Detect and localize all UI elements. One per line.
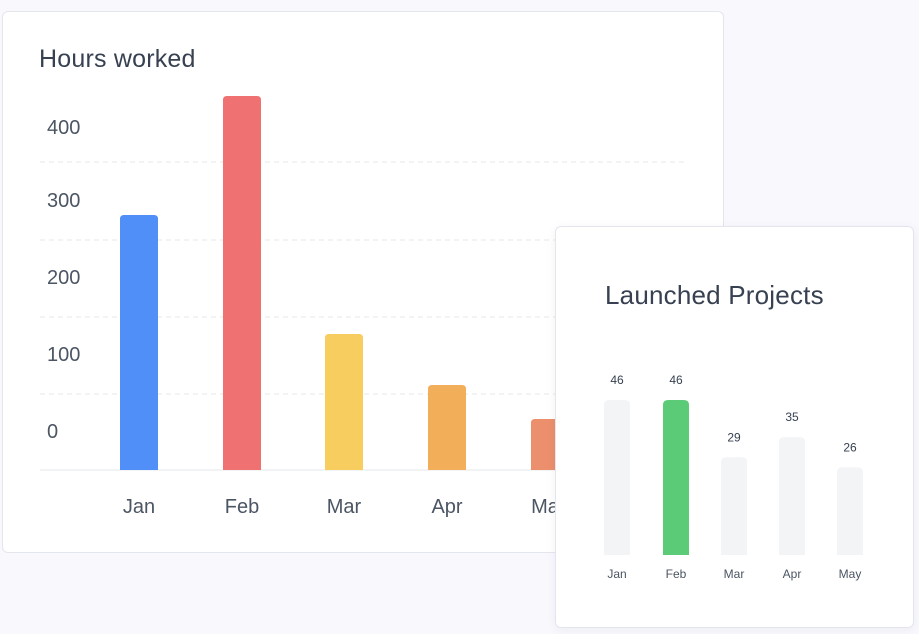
y-tick-label: 400: [47, 117, 80, 139]
x-tick-label: Apr: [431, 496, 462, 518]
launched-projects-card: Launched Projects 46 Jan 46 Feb 29 Mar 35 Apr 26…: [555, 226, 914, 628]
bar-feb: [663, 400, 689, 555]
bar-apr: [428, 385, 466, 470]
x-tick-label: Apr: [783, 567, 802, 581]
value-label: 46: [610, 373, 624, 387]
x-tick-label: Mar: [724, 567, 745, 581]
bar-feb: [223, 96, 261, 470]
bar-mar: [721, 457, 747, 555]
value-label: 35: [785, 410, 799, 424]
x-tick-label: Jan: [123, 496, 155, 518]
x-tick-label: Feb: [666, 567, 687, 581]
x-tick-label: Mar: [327, 496, 362, 518]
launched-projects-chart: 46 Jan 46 Feb 29 Mar 35 Apr 26 May: [604, 373, 863, 581]
x-tick-label: Jan: [607, 567, 626, 581]
value-label: 26: [843, 440, 857, 454]
bar-may: [837, 467, 863, 555]
y-tick-label: 200: [47, 267, 80, 289]
bar-mar: [325, 334, 363, 470]
y-tick-label: 0: [47, 421, 58, 443]
x-tick-label: May: [839, 567, 862, 581]
value-label: 29: [727, 430, 741, 444]
y-tick-label: 100: [47, 344, 80, 366]
x-tick-label: Feb: [225, 496, 259, 518]
value-label: 46: [669, 373, 683, 387]
bar-jan: [604, 400, 630, 555]
y-tick-label: 300: [47, 190, 80, 212]
bar-apr: [779, 437, 805, 555]
bar-jan: [120, 215, 158, 470]
